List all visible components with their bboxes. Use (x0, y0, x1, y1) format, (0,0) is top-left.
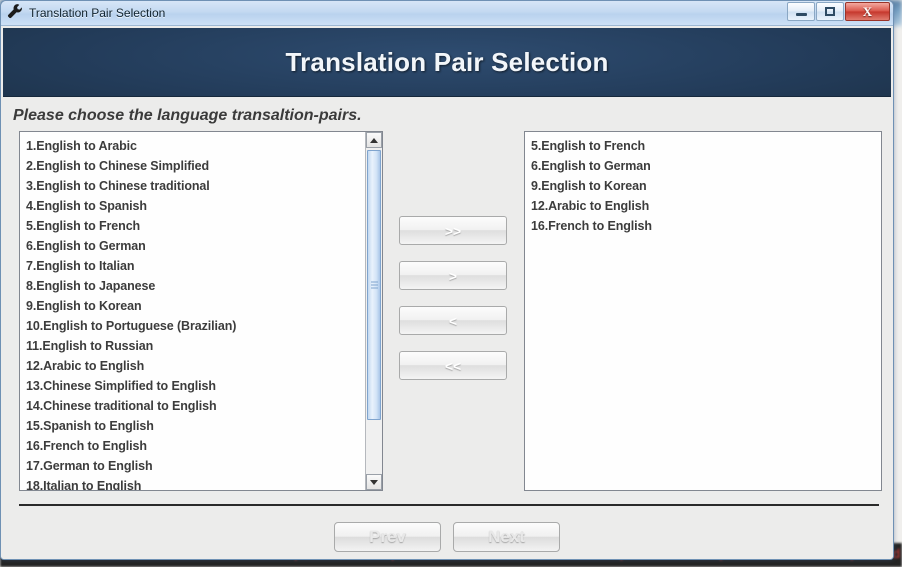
maximize-icon (825, 7, 835, 16)
list-item[interactable]: 16.French to English (24, 436, 382, 456)
list-item[interactable]: 1.English to Arabic (24, 136, 382, 156)
window-client-area: Translation Pair Selection Please choose… (1, 28, 893, 559)
add-all-button-label: >> (444, 222, 462, 239)
scrollbar-grip-icon (371, 281, 378, 289)
chevron-up-icon (370, 137, 378, 143)
add-all-button[interactable]: >> (399, 216, 507, 245)
footer-navigation: Prev Next (1, 522, 893, 552)
list-item[interactable]: 7.English to Italian (24, 256, 382, 276)
close-button[interactable]: X (845, 2, 890, 21)
list-item[interactable]: 17.German to English (24, 456, 382, 476)
list-item[interactable]: 16.French to English (529, 216, 881, 236)
available-pairs-items: 1.English to Arabic 2.English to Chinese … (20, 132, 382, 490)
list-item[interactable]: 14.Chinese traditional to English (24, 396, 382, 416)
instruction-text: Please choose the language transaltion-p… (13, 107, 362, 124)
list-item[interactable]: 9.English to Korean (529, 176, 881, 196)
scroll-down-button[interactable] (366, 474, 382, 490)
list-item[interactable]: 5.English to French (24, 216, 382, 236)
footer-separator (19, 504, 879, 506)
window-controls: X (787, 2, 890, 21)
next-button[interactable]: Next (453, 522, 560, 552)
title-bar[interactable]: Translation Pair Selection X (1, 1, 893, 26)
list-item[interactable]: 9.English to Korean (24, 296, 382, 316)
scrollbar-thumb[interactable] (367, 150, 381, 420)
scroll-up-button[interactable] (366, 132, 382, 148)
available-list-scrollbar[interactable] (365, 132, 382, 490)
transfer-button-group: >> > < << (399, 216, 507, 380)
list-item[interactable]: 5.English to French (529, 136, 881, 156)
list-item[interactable]: 12.Arabic to English (529, 196, 881, 216)
page-title: Translation Pair Selection (285, 46, 609, 77)
list-area: 1.English to Arabic 2.English to Chinese … (1, 131, 893, 493)
selected-pairs-items: 5.English to French 6.English to German 9.… (525, 132, 881, 236)
window-title: Translation Pair Selection (29, 6, 166, 20)
list-item[interactable]: 3.English to Chinese traditional (24, 176, 382, 196)
list-item[interactable]: 4.English to Spanish (24, 196, 382, 216)
minimize-icon (795, 13, 807, 16)
add-button[interactable]: > (399, 261, 507, 290)
chevron-down-icon (370, 479, 378, 485)
minimize-button[interactable] (787, 2, 815, 21)
list-item[interactable]: 18.Italian to English (24, 476, 382, 490)
close-icon: X (862, 4, 873, 19)
wrench-icon (7, 3, 23, 24)
list-item[interactable]: 2.English to Chinese Simplified (24, 156, 382, 176)
remove-all-button[interactable]: << (399, 351, 507, 380)
list-item[interactable]: 13.Chinese Simplified to English (24, 376, 382, 396)
list-item[interactable]: 11.English to Russian (24, 336, 382, 356)
add-button-label: > (448, 267, 458, 284)
prev-button-label: Prev (369, 527, 406, 546)
maximize-button[interactable] (816, 2, 844, 21)
remove-button[interactable]: < (399, 306, 507, 335)
page-banner: Translation Pair Selection (3, 28, 891, 97)
list-item[interactable]: 6.English to German (529, 156, 881, 176)
application-window: Translation Pair Selection X Translation… (0, 0, 894, 560)
available-pairs-listbox[interactable]: 1.English to Arabic 2.English to Chinese … (19, 131, 383, 491)
list-item[interactable]: 10.English to Portuguese (Brazilian) (24, 316, 382, 336)
remove-button-label: < (448, 312, 458, 329)
list-item[interactable]: 8.English to Japanese (24, 276, 382, 296)
list-item[interactable]: 15.Spanish to English (24, 416, 382, 436)
selected-pairs-listbox[interactable]: 5.English to French 6.English to German 9.… (524, 131, 882, 491)
list-item[interactable]: 6.English to German (24, 236, 382, 256)
list-item[interactable]: 12.Arabic to English (24, 356, 382, 376)
remove-all-button-label: << (444, 357, 462, 374)
next-button-label: Next (488, 527, 525, 546)
prev-button[interactable]: Prev (334, 522, 441, 552)
